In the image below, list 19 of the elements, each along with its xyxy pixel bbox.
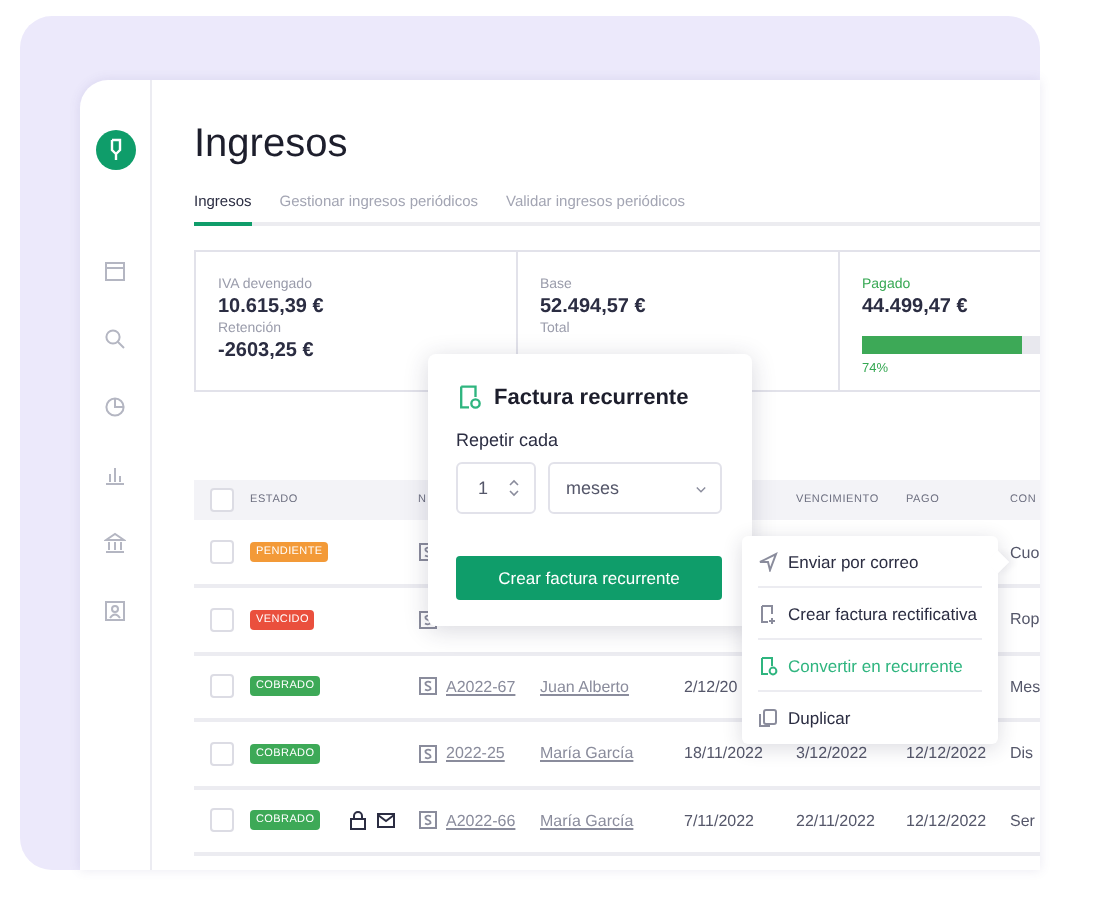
issue-date: 2/12/20 (684, 677, 740, 696)
stat-value: 44.499,47 € (862, 294, 970, 320)
issue-date: 18/11/2022 (684, 744, 765, 763)
stat-value: 52.494,57 € (540, 294, 648, 320)
issue-date: 7/11/2022 (684, 811, 756, 830)
stat-value: -2603,25 € (218, 338, 316, 364)
concept-text: Rop (1010, 610, 1040, 629)
concept-text: Mes (1010, 677, 1040, 696)
concept-text: Ser (1010, 811, 1037, 830)
payment-date: 12/12/2022 (906, 744, 989, 763)
due-date: 22/11/2022 (796, 811, 877, 830)
field-label: Repetir cada (456, 430, 561, 450)
payment-date: 12/12/2022 (906, 811, 989, 830)
stat-value: 10.615,39 € (218, 294, 326, 320)
due-date: 3/12/2022 (796, 744, 870, 763)
concept-text: Dis (1010, 744, 1036, 763)
popover-title: Factura recurrente (494, 385, 689, 409)
concept-text: Cuo (1010, 543, 1040, 561)
page-title: Ingresos (194, 120, 350, 168)
